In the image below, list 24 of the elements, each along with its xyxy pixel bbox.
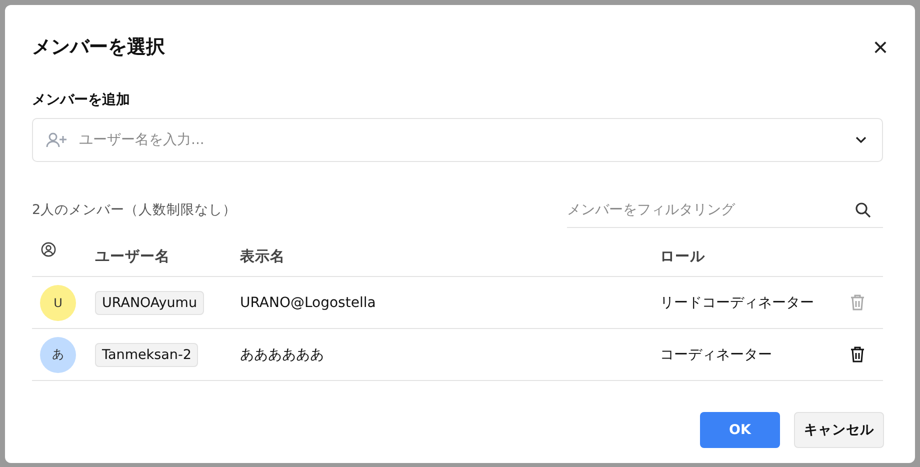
username-select-field[interactable]: ユーザー名を入力... <box>32 118 883 162</box>
trash-icon <box>850 346 865 363</box>
display-name: ああああああ <box>240 346 324 362</box>
column-header: ユーザー名 <box>95 248 170 264</box>
dialog-title: メンバーを選択 <box>32 35 165 60</box>
column-header: ロール <box>660 248 705 264</box>
display-name: URANO@Logostella <box>240 294 376 310</box>
search-icon <box>855 202 871 218</box>
chevron-down-icon <box>855 136 867 144</box>
delete-button[interactable] <box>850 346 865 363</box>
cancel-button[interactable]: キャンセル <box>794 412 884 448</box>
username-tag: Tanmeksan-2 <box>95 342 198 366</box>
trash-icon <box>850 294 865 311</box>
role-text: リードコーディネーター <box>660 294 814 310</box>
column-header: 表示名 <box>240 248 285 264</box>
ok-button[interactable]: OK <box>700 412 780 448</box>
field-label: メンバーを追加 <box>32 91 131 109</box>
member-count: 2人のメンバー（人数制限なし） <box>32 201 237 219</box>
user-circle-icon <box>41 242 56 257</box>
close-button[interactable]: × <box>872 34 888 60</box>
user-avatar: あ <box>40 336 76 372</box>
user-avatar: U <box>40 284 76 320</box>
username-tag: URANOAyumu <box>95 290 204 314</box>
role-text: コーディネーター <box>660 346 772 362</box>
